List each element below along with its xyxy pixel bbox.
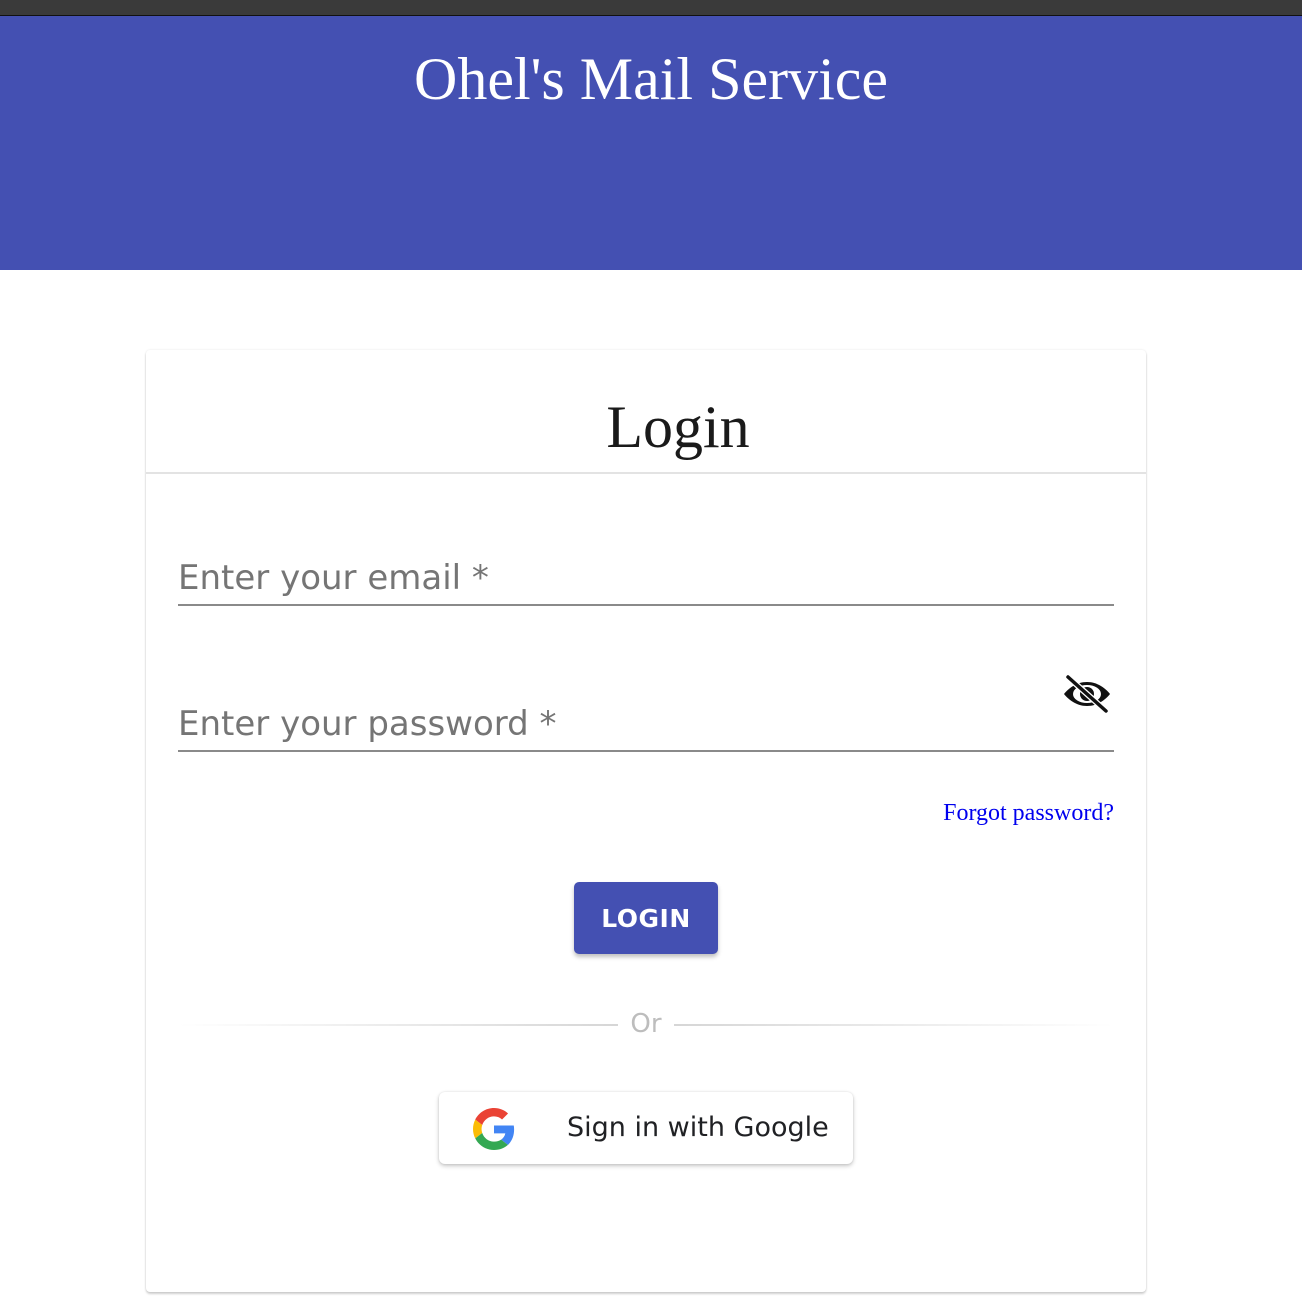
email-field-container: [178, 544, 1114, 606]
email-input[interactable]: [178, 544, 1114, 604]
login-heading: Login: [606, 394, 750, 460]
google-g-icon: [473, 1108, 515, 1150]
password-field-container: [178, 674, 1114, 752]
login-card: Login Forgot password? LOGIN Or: [146, 350, 1146, 1292]
card-divider: [146, 472, 1146, 474]
divider-line-left: [178, 1024, 618, 1026]
or-divider: Or: [178, 1006, 1114, 1042]
browser-top-strip: [0, 0, 1302, 16]
google-signin-button[interactable]: Sign in with Google: [439, 1092, 853, 1164]
forgot-password-link[interactable]: Forgot password?: [943, 800, 1114, 827]
app-header: Ohel's Mail Service: [0, 16, 1302, 270]
google-signin-label: Sign in with Google: [567, 1112, 829, 1143]
app-title: Ohel's Mail Service: [413, 46, 889, 112]
password-input[interactable]: [178, 690, 1114, 750]
or-label: Or: [630, 1009, 662, 1039]
login-button[interactable]: LOGIN: [574, 882, 718, 954]
eye-off-icon[interactable]: [1062, 674, 1112, 714]
divider-line-right: [674, 1024, 1114, 1026]
